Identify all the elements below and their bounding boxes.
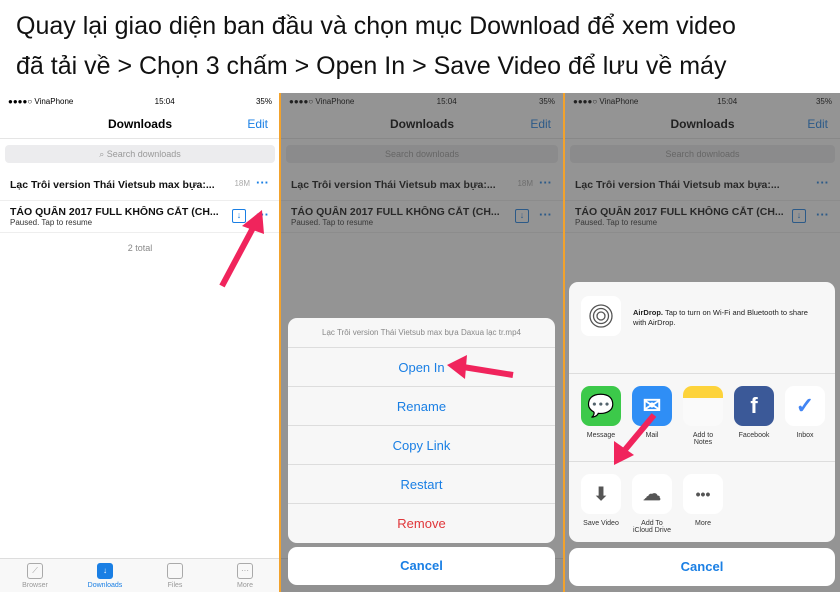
search-icon: ⌕	[99, 149, 107, 159]
item-status: Paused. Tap to resume	[10, 218, 93, 227]
mail-icon: ✉	[632, 386, 672, 426]
airdrop-title: AirDrop.	[633, 308, 663, 317]
icloud-drive-button[interactable]: ☁ Add To iCloud Drive	[632, 474, 672, 542]
tab-browser[interactable]: ⟋ Browser	[10, 559, 60, 592]
caption-line-1: Quay lại giao diện ban đầu và chọn mục D…	[16, 12, 736, 40]
list-item[interactable]: TÁO QUÂN 2017 FULL KHÔNG CẮT (CH...Pause…	[0, 201, 280, 233]
download-resume-icon[interactable]: ↓	[232, 209, 246, 223]
copy-link-button[interactable]: Copy Link	[288, 426, 555, 465]
save-icon: ⬇	[581, 474, 621, 514]
action-label: Add To iCloud Drive	[632, 520, 672, 534]
cancel-button[interactable]: Cancel	[288, 547, 555, 585]
list-item[interactable]: Lạc Trôi version Thái Vietsub max bựa:..…	[0, 169, 280, 201]
item-title: TÁO QUÂN 2017 FULL KHÔNG CẮT (CH...	[10, 206, 219, 218]
facebook-icon: f	[734, 386, 774, 426]
app-facebook[interactable]: f Facebook	[734, 386, 774, 461]
caption-line-2: đã tải về > Chọn 3 chấm > Open In > Save…	[16, 52, 727, 80]
download-icon: ↓	[97, 563, 113, 579]
app-notes[interactable]: Add to Notes	[683, 386, 723, 461]
app-message[interactable]: 💬 Message	[581, 386, 621, 461]
tab-label: Files	[167, 582, 183, 589]
app-label: Facebook	[738, 432, 770, 439]
remove-button[interactable]: Remove	[288, 504, 555, 543]
more-icon: ···	[237, 563, 253, 579]
total-count: 2 total	[127, 243, 153, 253]
cloud-upload-icon: ☁	[632, 474, 672, 514]
app-label: Inbox	[796, 432, 814, 439]
app-mail[interactable]: ✉ Mail	[632, 386, 672, 461]
search-input[interactable]: ⌕ Search downloads	[5, 145, 275, 163]
more-dots-icon[interactable]: ···	[256, 207, 269, 222]
open-in-button[interactable]: Open In	[288, 348, 555, 387]
inbox-icon: ✓	[785, 386, 825, 426]
action-sheet: Lạc Trôi version Thái Vietsub max bựa Da…	[288, 318, 555, 543]
share-apps-row: 💬 Message ✉ Mail Add to Notes f Facebook ✓ I…	[569, 374, 835, 462]
nav-bar: Downloads Edit	[0, 109, 280, 139]
time: 15:04	[154, 96, 175, 106]
action-label: More	[695, 520, 711, 527]
notes-icon	[683, 386, 723, 426]
app-inbox[interactable]: ✓ Inbox	[785, 386, 825, 461]
cancel-button[interactable]: Cancel	[569, 548, 835, 586]
tab-downloads[interactable]: ↓ Downloads	[80, 559, 130, 592]
item-size: 18M	[234, 179, 250, 188]
file-icon	[167, 563, 183, 579]
app-label: Message	[586, 432, 616, 439]
share-actions-row: ⬇ Save Video ☁ Add To iCloud Drive ••• More	[569, 462, 835, 542]
tab-label: More	[237, 582, 253, 589]
tab-label: Browser	[22, 582, 48, 589]
panel-downloads: ●●●●○ VinaPhone 15:04 35% Downloads Edit ⌕ …	[0, 93, 280, 592]
share-sheet: AirDrop. Tap to turn on Wi-Fi and Blueto…	[569, 282, 835, 542]
airdrop-row[interactable]: AirDrop. Tap to turn on Wi-Fi and Blueto…	[569, 282, 835, 374]
airdrop-icon	[581, 296, 621, 336]
more-actions-button[interactable]: ••• More	[683, 474, 723, 542]
status-bar: ●●●●○ VinaPhone 15:04 35%	[0, 93, 280, 109]
save-video-button[interactable]: ⬇ Save Video	[581, 474, 621, 542]
more-dots-icon[interactable]: ···	[256, 175, 269, 190]
action-label: Save Video	[583, 520, 619, 527]
restart-button[interactable]: Restart	[288, 465, 555, 504]
edit-button[interactable]: Edit	[247, 109, 268, 139]
tab-more[interactable]: ··· More	[220, 559, 270, 592]
more-icon: •••	[683, 474, 723, 514]
tab-label: Downloads	[87, 582, 123, 589]
panel-share-sheet: ●●●●○ VinaPhone15:0435% DownloadsEdit Se…	[565, 93, 840, 592]
tab-files[interactable]: Files	[150, 559, 200, 592]
message-icon: 💬	[581, 386, 621, 426]
panel-action-sheet: ●●●●○ VinaPhone15:0435% DownloadsEdit Se…	[281, 93, 563, 592]
sheet-title: Lạc Trôi version Thái Vietsub max bựa Da…	[288, 318, 555, 348]
tab-bar: ⟋ Browser ↓ Downloads Files ··· More	[0, 558, 280, 592]
carrier: ●●●●○ VinaPhone	[8, 96, 74, 106]
search-placeholder: Search downloads	[106, 149, 181, 159]
compass-icon: ⟋	[27, 563, 43, 579]
item-title: Lạc Trôi version Thái Vietsub max bựa:..…	[10, 178, 215, 191]
page-title: Downloads	[107, 117, 172, 131]
battery: 35%	[255, 96, 272, 106]
app-label: Mail	[645, 432, 659, 439]
rename-button[interactable]: Rename	[288, 387, 555, 426]
app-label: Add to Notes	[692, 432, 714, 446]
